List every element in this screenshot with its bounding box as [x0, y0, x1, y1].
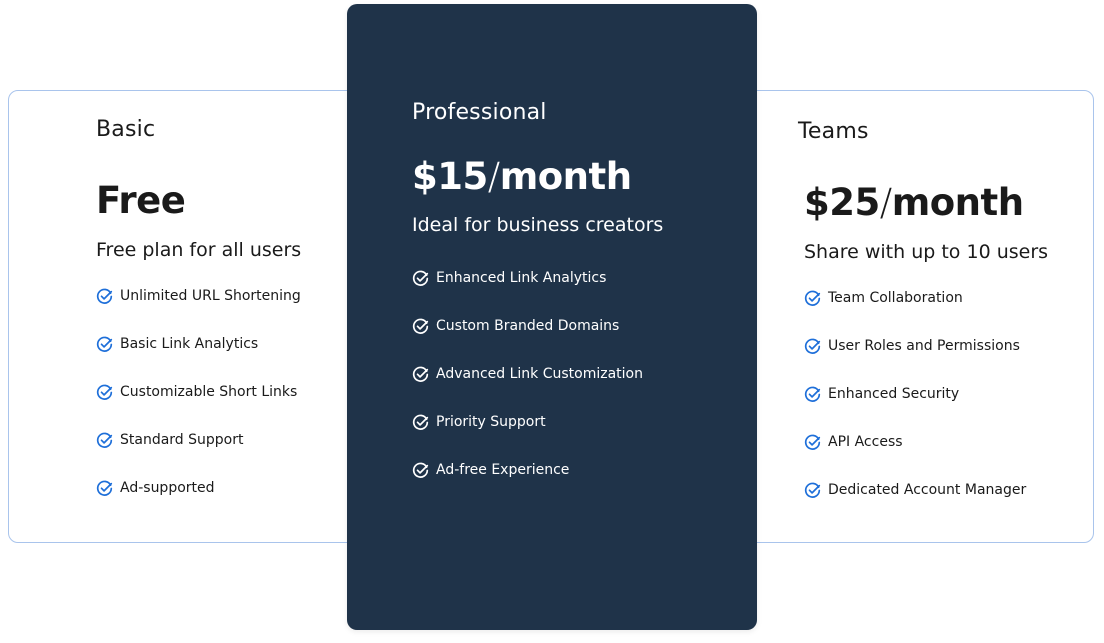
- plan-price-amount: $15: [412, 155, 488, 198]
- plan-price-unit: month: [891, 181, 1024, 224]
- check-circle-icon: [96, 336, 113, 353]
- check-circle-icon: [96, 288, 113, 305]
- feature-label: Dedicated Account Manager: [828, 482, 1027, 498]
- feature-item: Team Collaboration: [804, 274, 1026, 322]
- check-circle-icon: [804, 386, 821, 403]
- plan-price-unit: month: [499, 155, 632, 198]
- price-separator: /: [487, 155, 500, 198]
- pricing-section: Basic Free Free plan for all users Unlim…: [0, 0, 1104, 643]
- feature-item: Advanced Link Customization: [412, 350, 643, 398]
- feature-item: Priority Support: [412, 398, 643, 446]
- plan-price: $15/month: [412, 155, 632, 198]
- feature-item: Standard Support: [96, 416, 301, 464]
- feature-label: Unlimited URL Shortening: [120, 288, 301, 304]
- plan-description: Share with up to 10 users: [804, 241, 1049, 263]
- check-circle-icon: [804, 434, 821, 451]
- feature-label: API Access: [828, 434, 903, 450]
- check-circle-icon: [804, 482, 821, 499]
- check-circle-icon: [412, 270, 429, 287]
- feature-item: Dedicated Account Manager: [804, 466, 1026, 514]
- plan-description: Free plan for all users: [96, 239, 302, 261]
- feature-label: Team Collaboration: [828, 290, 963, 306]
- check-circle-icon: [412, 414, 429, 431]
- feature-list: Unlimited URL Shortening Basic Link Anal…: [96, 272, 301, 512]
- feature-label: Standard Support: [120, 432, 244, 448]
- feature-item: Unlimited URL Shortening: [96, 272, 301, 320]
- feature-label: Ad-supported: [120, 480, 215, 496]
- plan-price: Free: [96, 179, 186, 222]
- feature-label: User Roles and Permissions: [828, 338, 1020, 354]
- plan-price-amount: Free: [96, 179, 186, 222]
- plan-price-amount: $25: [804, 181, 880, 224]
- check-circle-icon: [412, 462, 429, 479]
- feature-item: Ad-free Experience: [412, 446, 643, 494]
- plan-description: Ideal for business creators: [412, 214, 664, 236]
- check-circle-icon: [96, 480, 113, 497]
- feature-item: Ad-supported: [96, 464, 301, 512]
- feature-item: Enhanced Security: [804, 370, 1026, 418]
- feature-label: Ad-free Experience: [436, 462, 570, 478]
- feature-list: Enhanced Link Analytics Custom Branded D…: [412, 254, 643, 494]
- feature-item: Customizable Short Links: [96, 368, 301, 416]
- check-circle-icon: [804, 338, 821, 355]
- plan-name: Teams: [798, 119, 869, 144]
- feature-label: Customizable Short Links: [120, 384, 298, 400]
- check-circle-icon: [412, 366, 429, 383]
- feature-item: Custom Branded Domains: [412, 302, 643, 350]
- feature-item: Enhanced Link Analytics: [412, 254, 643, 302]
- plan-name: Basic: [96, 117, 156, 142]
- feature-label: Enhanced Link Analytics: [436, 270, 607, 286]
- check-circle-icon: [412, 318, 429, 335]
- price-separator: /: [879, 181, 892, 224]
- check-circle-icon: [96, 432, 113, 449]
- feature-item: User Roles and Permissions: [804, 322, 1026, 370]
- plan-card-professional: Professional $15/month Ideal for busines…: [347, 4, 757, 630]
- feature-label: Priority Support: [436, 414, 546, 430]
- plan-price: $25/month: [804, 181, 1024, 224]
- feature-label: Basic Link Analytics: [120, 336, 259, 352]
- feature-label: Enhanced Security: [828, 386, 960, 402]
- feature-list: Team Collaboration User Roles and Permis…: [804, 274, 1026, 514]
- feature-item: API Access: [804, 418, 1026, 466]
- feature-label: Advanced Link Customization: [436, 366, 643, 382]
- feature-label: Custom Branded Domains: [436, 318, 620, 334]
- plan-name: Professional: [412, 100, 547, 125]
- check-circle-icon: [804, 290, 821, 307]
- check-circle-icon: [96, 384, 113, 401]
- feature-item: Basic Link Analytics: [96, 320, 301, 368]
